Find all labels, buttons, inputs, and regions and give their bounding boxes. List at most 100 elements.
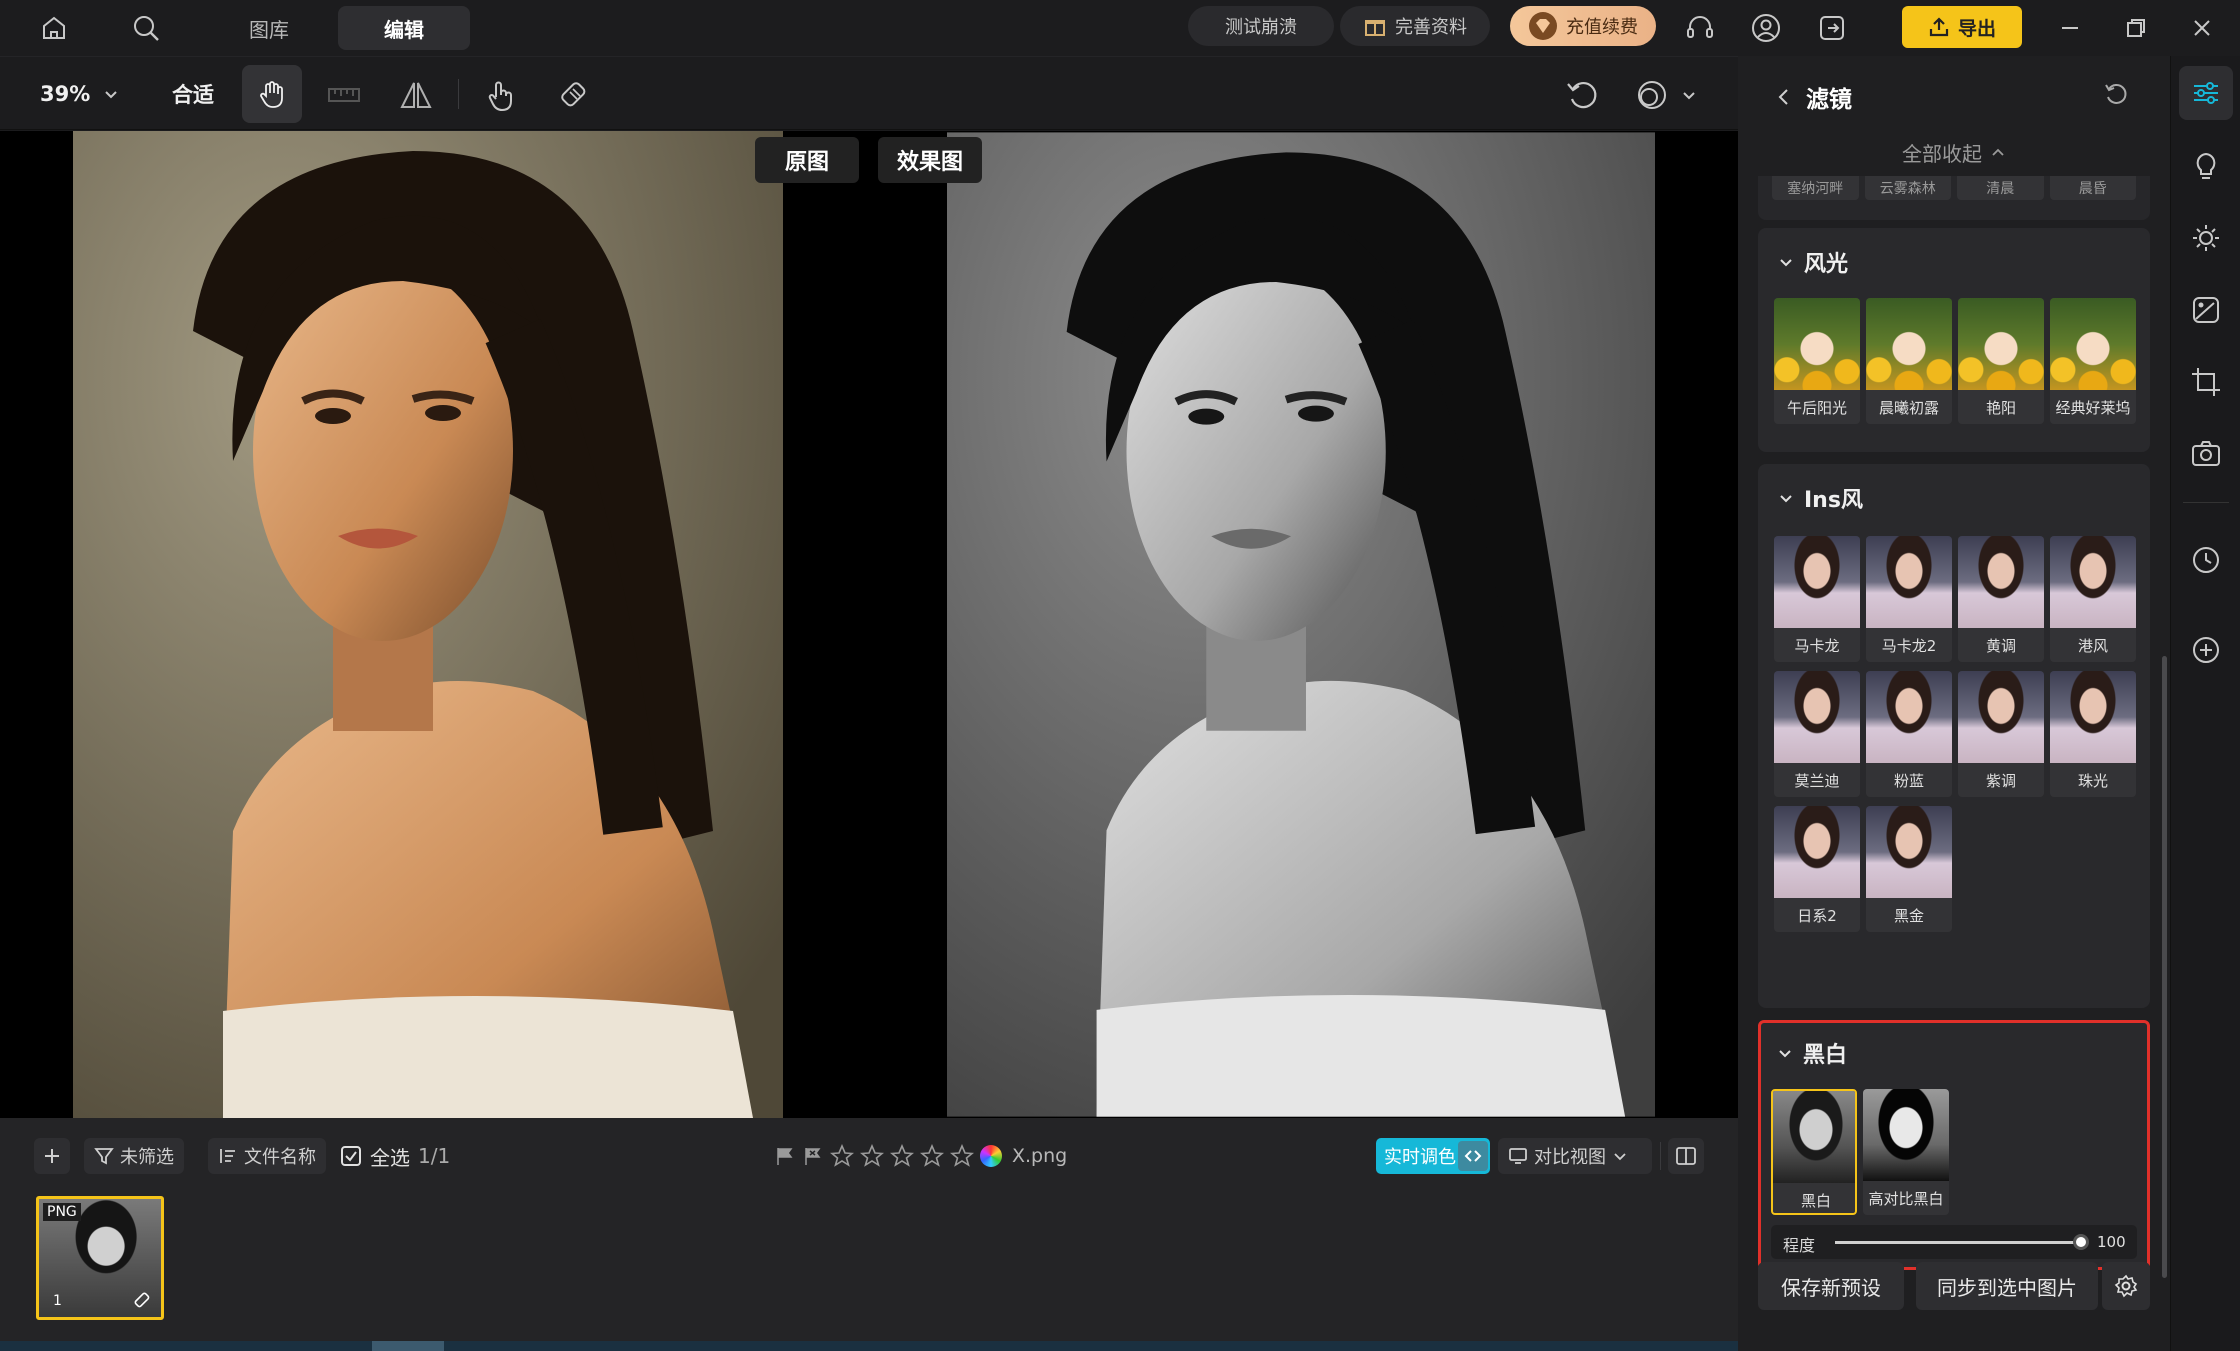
filter-thumb[interactable]: 塞纳河畔 — [1772, 176, 1859, 200]
horizontal-scrollbar[interactable] — [0, 1341, 1738, 1351]
hand-tool-icon[interactable] — [242, 65, 302, 123]
export-icon — [1928, 16, 1950, 38]
filter-thumb-macaron2[interactable]: 马卡龙2 — [1866, 536, 1952, 662]
reject-flag-icon[interactable] — [802, 1145, 824, 1167]
ruler-icon[interactable] — [326, 77, 362, 113]
add-icon[interactable] — [2188, 632, 2224, 668]
compare-view-select[interactable]: 对比视图 — [1498, 1138, 1652, 1174]
panel-scrollbar[interactable] — [2162, 656, 2167, 1278]
restore-icon[interactable] — [2118, 10, 2154, 46]
reset-icon[interactable] — [2102, 80, 2130, 108]
minimize-icon[interactable] — [2052, 10, 2088, 46]
save-preset-button[interactable]: 保存新预设 — [1758, 1262, 1904, 1310]
tab-edit[interactable]: 编辑 — [338, 6, 470, 50]
star-icon[interactable] — [920, 1144, 944, 1168]
filter-thumb-purple-tone[interactable]: 紫调 — [1958, 671, 2044, 797]
touch-icon[interactable] — [482, 77, 518, 113]
filter-thumb-classic-hollywood[interactable]: 经典好莱坞 — [2050, 298, 2136, 424]
filter-thumb-pearl[interactable]: 珠光 — [2050, 671, 2136, 797]
flag-icon[interactable] — [774, 1145, 796, 1167]
scrollbar-thumb[interactable] — [372, 1341, 444, 1351]
star-icon[interactable] — [860, 1144, 884, 1168]
filter-thumb-bright-sun[interactable]: 艳阳 — [1958, 298, 2044, 424]
filter-thumb-japanese2[interactable]: 日系2 — [1774, 806, 1860, 932]
fit-button[interactable]: 合适 — [172, 77, 214, 111]
back-chevron-icon[interactable] — [1776, 86, 1792, 108]
adjust-sliders-icon[interactable] — [2188, 75, 2224, 111]
collapse-all-label: 全部收起 — [1902, 141, 1982, 166]
intensity-slider-track[interactable] — [1835, 1234, 2089, 1250]
divider — [1660, 1142, 1661, 1170]
crop-icon[interactable] — [2188, 364, 2224, 400]
select-count: 1/1 — [418, 1144, 451, 1168]
filter-thumb-black-gold[interactable]: 黑金 — [1866, 806, 1952, 932]
filter-thumb[interactable]: 清晨 — [1957, 176, 2044, 200]
filter-thumb-bw-selected[interactable]: 黑白 — [1771, 1089, 1857, 1215]
add-image-icon[interactable] — [34, 1138, 70, 1174]
star-icon[interactable] — [950, 1144, 974, 1168]
camera-icon[interactable] — [2188, 436, 2224, 472]
complete-profile-label: 完善资料 — [1395, 17, 1467, 38]
zoom-value: 39% — [40, 82, 91, 106]
undo-icon[interactable] — [1564, 77, 1600, 113]
section-header[interactable]: 黑白 — [1777, 1037, 1847, 1069]
chevron-down-icon — [102, 85, 120, 103]
home-icon[interactable] — [36, 10, 72, 46]
zoom-select[interactable]: 39% — [40, 77, 120, 111]
chevron-down-icon — [1778, 254, 1794, 270]
filter-thumb-pink-blue[interactable]: 粉蓝 — [1866, 671, 1952, 797]
overlay-dropdown[interactable] — [1634, 77, 1698, 113]
test-crash-button[interactable]: 测试崩溃 — [1188, 6, 1334, 46]
filter-label: 黑金 — [1893, 906, 1924, 925]
filter-button[interactable]: 未筛选 — [84, 1138, 184, 1174]
filter-thumb-macaron[interactable]: 马卡龙 — [1774, 536, 1860, 662]
eraser-icon[interactable] — [556, 77, 592, 113]
checkbox-icon — [340, 1145, 362, 1167]
settings-icon[interactable] — [2102, 1262, 2150, 1310]
select-all-checkbox[interactable]: 全选 1/1 — [340, 1138, 450, 1174]
user-icon[interactable] — [1748, 10, 1784, 46]
recharge-button[interactable]: 充值续费 — [1510, 6, 1656, 46]
image-canvas[interactable]: 原图 效果图 — [0, 131, 1738, 1118]
filter-thumb-morandi[interactable]: 莫兰迪 — [1774, 671, 1860, 797]
sun-icon[interactable] — [2188, 220, 2224, 256]
lightbulb-icon[interactable] — [2188, 148, 2224, 184]
complete-profile-button[interactable]: 完善资料 — [1340, 6, 1490, 46]
collapse-all-button[interactable]: 全部收起 — [1758, 128, 2150, 176]
filter-thumb-high-contrast-bw[interactable]: 高对比黑白 — [1863, 1089, 1949, 1215]
search-icon[interactable] — [128, 10, 164, 46]
filmstrip-thumbnail[interactable]: PNG 1 — [36, 1196, 164, 1320]
sort-label: 文件名称 — [244, 1147, 316, 1168]
color-label-icon[interactable] — [980, 1145, 1002, 1167]
split-view-icon[interactable] — [1668, 1138, 1704, 1174]
exit-icon[interactable] — [1814, 10, 1850, 46]
filter-thumb-dawn[interactable]: 晨曦初露 — [1866, 298, 1952, 424]
filter-thumb[interactable]: 云雾森林 — [1864, 176, 1951, 200]
filter-thumb[interactable]: 晨昏 — [2049, 176, 2136, 200]
headset-icon[interactable] — [1682, 10, 1718, 46]
sort-icon — [218, 1146, 238, 1166]
intensity-slider-handle[interactable] — [2073, 1234, 2089, 1250]
section-header[interactable]: 风光 — [1778, 246, 1848, 278]
sort-button[interactable]: 文件名称 — [208, 1138, 326, 1174]
thumb-index: 1 — [53, 1293, 62, 1309]
filter-label: 粉蓝 — [1893, 771, 1924, 790]
close-icon[interactable] — [2184, 10, 2220, 46]
filter-label: 珠光 — [2077, 771, 2108, 790]
sync-to-selected-button[interactable]: 同步到选中图片 — [1916, 1262, 2098, 1310]
export-button[interactable]: 导出 — [1902, 6, 2022, 48]
image-edit-icon[interactable] — [2188, 292, 2224, 328]
star-icon[interactable] — [830, 1144, 854, 1168]
filter-thumb-afternoon-sun[interactable]: 午后阳光 — [1774, 298, 1860, 424]
star-icon[interactable] — [890, 1144, 914, 1168]
section-header[interactable]: Ins风 — [1778, 482, 1863, 514]
flip-icon[interactable] — [398, 77, 434, 113]
history-icon[interactable] — [2188, 542, 2224, 578]
realtime-toggle[interactable]: 实时调色 — [1376, 1138, 1490, 1174]
tab-gallery[interactable]: 图库 — [224, 6, 314, 50]
filter-thumb-yellow-tone[interactable]: 黄调 — [1958, 536, 2044, 662]
original-photo — [73, 131, 783, 1118]
filter-thumb-hk-style[interactable]: 港风 — [2050, 536, 2136, 662]
recharge-label: 充值续费 — [1566, 17, 1638, 38]
monitor-icon — [1508, 1146, 1528, 1166]
